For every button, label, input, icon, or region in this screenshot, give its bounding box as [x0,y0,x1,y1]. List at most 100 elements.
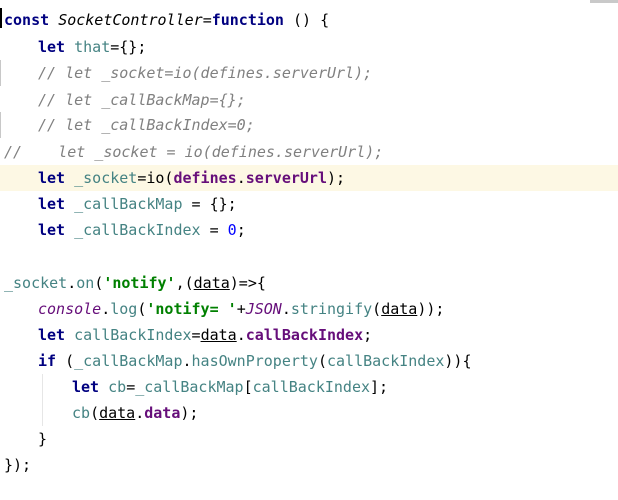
code-token: let [72,378,109,396]
code-line[interactable]: let callBackIndex=data.callBackIndex; [0,322,618,348]
code-line[interactable]: // let _callBackIndex=0; [0,112,618,138]
code-line[interactable]: } [0,426,618,452]
code-text: let that={}; [38,34,146,60]
code-token: data [144,404,181,422]
code-token: ); [180,404,199,422]
code-token: = [200,221,228,239]
code-token: let [38,326,75,344]
code-token: on [76,274,95,292]
code-text: let cb=_callBackMap[callBackIndex]; [72,374,388,400]
code-token: JSON [245,300,282,318]
code-text: }); [4,452,31,478]
code-token: console [38,300,102,318]
code-token: 0 [227,221,237,239]
code-token: } [38,430,48,448]
code-text: let _callBackMap = {}; [38,191,237,217]
code-token: // let _callBackMap={}; [38,91,246,109]
code-token: . [67,274,77,292]
code-token: stringify [290,300,373,318]
gutter-marker [0,60,1,86]
code-token: ]; [370,378,389,396]
code-text: const SocketController=function () { [4,7,329,33]
code-token: ( [90,404,100,422]
code-token: = [202,11,212,29]
code-text: } [38,426,47,452]
code-text: // let _callBackMap={}; [38,87,246,113]
code-line[interactable]: let _callBackIndex = 0; [0,217,618,243]
code-line[interactable]: let cb=_callBackMap[callBackIndex]; [0,374,618,400]
code-token: = [191,326,201,344]
code-token: () { [283,11,330,29]
code-token: _callBackMap [74,352,183,370]
code-token: _callBackIndex [74,221,201,239]
code-token: ; [236,221,246,239]
code-token: callBackIndex [245,326,364,344]
code-text: let callBackIndex=data.callBackIndex; [38,322,372,348]
code-token: 'notify= ' [146,300,237,318]
code-token: data [381,300,418,318]
code-token: = [126,378,136,396]
indent-guide [42,374,43,426]
code-token: + [236,300,246,318]
code-token: )); [417,300,445,318]
code-token: if [38,352,66,370]
text-caret [0,8,2,28]
code-token: cb [72,404,91,422]
scroll-indicator [590,0,618,3]
code-token: that [74,38,111,56]
code-line[interactable]: cb(data.data); [0,400,618,426]
code-token: _socket [4,274,68,292]
code-line[interactable]: console.log('notify= '+JSON.stringify(da… [0,296,618,322]
code-token: ( [372,300,382,318]
code-token: serverUrl [245,169,327,187]
code-text: // let _socket=io(defines.serverUrl); [38,60,372,86]
code-line[interactable]: let _callBackMap = {}; [0,191,618,217]
code-line[interactable]: const SocketController=function () { [0,7,618,33]
code-token: = {}; [182,195,237,213]
code-line[interactable]: let that={}; [0,34,618,60]
code-token: [ [243,378,253,396]
code-token: cb [108,378,127,396]
code-line[interactable]: }); [0,452,618,478]
code-token: _socket [74,169,138,187]
code-token: let [38,169,75,187]
code-token: // let _socket=io(defines.serverUrl); [38,64,373,82]
code-text: // let _socket = io(defines.serverUrl); [4,139,383,165]
code-line[interactable] [0,244,618,270]
code-text: if (_callBackMap.hasOwnProperty(callBack… [38,348,472,374]
code-line[interactable]: // let _callBackMap={}; [0,87,618,113]
code-token: ); [327,169,346,187]
code-token: data [99,404,136,422]
code-line[interactable]: // let _socket = io(defines.serverUrl); [0,139,618,165]
code-token: ; [363,326,373,344]
code-line[interactable]: // let _socket=io(defines.serverUrl); [0,60,618,86]
code-line[interactable]: if (_callBackMap.hasOwnProperty(callBack… [0,348,618,374]
code-token: callBackIndex [74,326,192,344]
code-token: 'notify' [103,274,176,292]
code-token: // let _callBackIndex=0; [38,116,255,134]
gutter-marker [0,112,1,138]
code-token: . [236,326,246,344]
code-token: . [236,169,246,187]
code-token: { [462,352,472,370]
code-token: ( [65,352,75,370]
code-token: _callBackMap [135,378,244,396]
code-token: )) [444,352,463,370]
code-text: let _socket=io(defines.serverUrl); [38,165,345,191]
code-token: let [38,221,75,239]
code-token: _callBackMap [74,195,183,213]
code-token: hasOwnProperty [191,352,318,370]
code-token: data [193,274,230,292]
code-token: . [281,300,291,318]
code-text: _socket.on('notify',(data)=>{ [4,270,266,296]
code-token: )=>{ [229,274,266,292]
code-token: SocketController [58,11,203,29]
code-editor[interactable]: const SocketController=function () {let … [0,0,618,500]
code-token: ,( [175,274,194,292]
code-line[interactable]: _socket.on('notify',(data)=>{ [0,270,618,296]
code-token: function [211,11,284,29]
code-token: io( [146,169,174,187]
code-token: let [38,38,75,56]
code-line[interactable]: let _socket=io(defines.serverUrl); [0,165,618,191]
code-token: let [38,195,75,213]
